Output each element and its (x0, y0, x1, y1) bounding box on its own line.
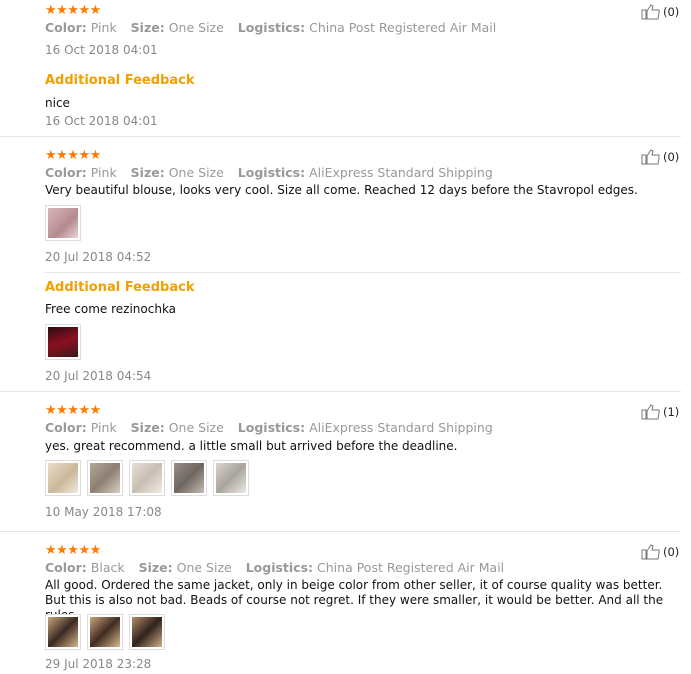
review-photo[interactable] (45, 614, 81, 650)
rating-stars: ★★★★★ (45, 3, 101, 18)
divider (0, 136, 681, 137)
review-photo[interactable] (129, 460, 165, 496)
review-date: 16 Oct 2018 04:01 (45, 43, 158, 57)
review-photos (45, 324, 81, 360)
color-value: Black (90, 560, 125, 575)
review-photo[interactable] (45, 460, 81, 496)
size-value: One Size (176, 560, 232, 575)
divider (0, 391, 681, 392)
helpful-count: (0) (663, 150, 680, 164)
helpful-button[interactable]: (0) (641, 149, 679, 165)
thumbs-up-icon (641, 149, 660, 165)
rating-stars: ★★★★★ (45, 543, 101, 558)
review-meta: Color: Pink Size: One Size Logistics: Ch… (45, 20, 497, 35)
color-value: Pink (90, 20, 117, 35)
size-value: One Size (168, 20, 224, 35)
review-photo[interactable] (45, 205, 81, 241)
review-photos (45, 460, 249, 496)
review-meta: Color: Pink Size: One Size Logistics: Al… (45, 420, 493, 435)
color-value: Pink (90, 165, 117, 180)
additional-feedback-text: Free come rezinochka (45, 302, 177, 316)
rating-stars: ★★★★★ (45, 403, 101, 418)
review-date: 20 Jul 2018 04:52 (45, 250, 152, 264)
review-photos (45, 205, 81, 241)
thumbs-up-icon (641, 404, 660, 420)
logistics-value: China Post Registered Air Mail (317, 560, 505, 575)
helpful-button[interactable]: (0) (641, 544, 679, 560)
logistics-value: China Post Registered Air Mail (309, 20, 497, 35)
review-photo[interactable] (171, 460, 207, 496)
additional-feedback-text: nice (45, 96, 70, 110)
size-value: One Size (168, 165, 224, 180)
review-photo[interactable] (45, 324, 81, 360)
review-text: yes. great recommend. a little small but… (45, 439, 458, 453)
color-value: Pink (90, 420, 117, 435)
additional-feedback-title: Additional Feedback (45, 73, 195, 88)
divider (0, 531, 681, 532)
review-photo[interactable] (87, 460, 123, 496)
additional-feedback-date: 20 Jul 2018 04:54 (45, 369, 152, 383)
review-photo[interactable] (213, 460, 249, 496)
review-date: 10 May 2018 17:08 (45, 505, 162, 519)
review-photo[interactable] (129, 614, 165, 650)
logistics-value: AliExpress Standard Shipping (309, 420, 493, 435)
review-meta: Color: Pink Size: One Size Logistics: Al… (45, 165, 493, 180)
additional-feedback-date: 16 Oct 2018 04:01 (45, 114, 158, 128)
thumbs-up-icon (641, 544, 660, 560)
review-meta: Color: Black Size: One Size Logistics: C… (45, 560, 505, 575)
review-photos (45, 614, 165, 650)
helpful-button[interactable]: (1) (641, 404, 679, 420)
helpful-count: (0) (663, 545, 680, 559)
helpful-count: (0) (663, 5, 680, 19)
helpful-button[interactable]: (0) (641, 4, 679, 20)
helpful-count: (1) (663, 405, 680, 419)
review-date: 29 Jul 2018 23:28 (45, 657, 152, 671)
thumbs-up-icon (641, 4, 660, 20)
rating-stars: ★★★★★ (45, 148, 101, 163)
size-value: One Size (168, 420, 224, 435)
logistics-value: AliExpress Standard Shipping (309, 165, 493, 180)
additional-feedback-title: Additional Feedback (45, 280, 195, 295)
divider (45, 272, 681, 273)
review-text: Very beautiful blouse, looks very cool. … (45, 183, 638, 197)
review-photo[interactable] (87, 614, 123, 650)
